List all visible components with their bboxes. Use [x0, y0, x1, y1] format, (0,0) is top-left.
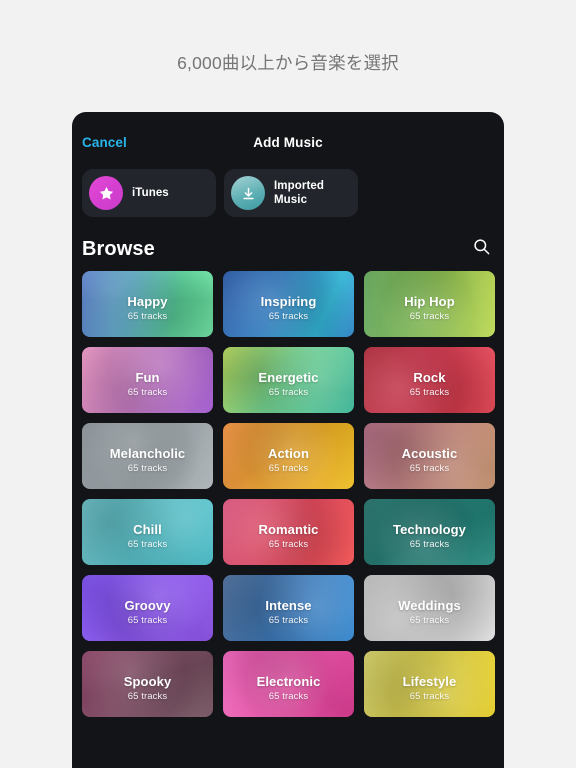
category-tile[interactable]: Acoustic 65 tracks	[364, 423, 495, 489]
category-grid: Happy 65 tracks Inspiring 65 tracks Hip Hop 6…	[72, 271, 504, 717]
source-button-itunes[interactable]: iTunes	[82, 169, 216, 217]
category-tile[interactable]: Hip Hop 65 tracks	[364, 271, 495, 337]
category-track-count: 65 tracks	[127, 462, 168, 474]
category-track-count: 65 tracks	[268, 386, 309, 398]
category-track-count: 65 tracks	[409, 538, 450, 550]
category-tile[interactable]: Rock 65 tracks	[364, 347, 495, 413]
category-tile[interactable]: Happy 65 tracks	[82, 271, 213, 337]
search-icon[interactable]	[472, 237, 491, 261]
category-track-count: 65 tracks	[409, 614, 450, 626]
category-track-count: 65 tracks	[268, 462, 309, 474]
category-track-count: 65 tracks	[409, 462, 450, 474]
category-tile[interactable]: Intense 65 tracks	[223, 575, 354, 641]
category-name: Melancholic	[109, 445, 186, 461]
category-track-count: 65 tracks	[127, 690, 168, 702]
source-label-line2: Music	[274, 194, 308, 206]
category-track-count: 65 tracks	[268, 310, 309, 322]
category-tile[interactable]: Romantic 65 tracks	[223, 499, 354, 565]
category-track-count: 65 tracks	[409, 690, 450, 702]
category-tile[interactable]: Fun 65 tracks	[82, 347, 213, 413]
category-tile[interactable]: Electronic 65 tracks	[223, 651, 354, 717]
category-name: Inspiring	[260, 293, 317, 309]
category-tile[interactable]: Chill 65 tracks	[82, 499, 213, 565]
browse-header: Browse	[72, 217, 504, 271]
source-label-itunes: iTunes	[132, 187, 169, 199]
category-track-count: 65 tracks	[409, 310, 450, 322]
category-tile[interactable]: Technology 65 tracks	[364, 499, 495, 565]
source-buttons: iTunes Imported Music	[72, 164, 504, 217]
category-name: Technology	[393, 521, 466, 537]
category-tile[interactable]: Groovy 65 tracks	[82, 575, 213, 641]
category-track-count: 65 tracks	[268, 614, 309, 626]
category-tile[interactable]: Energetic 65 tracks	[223, 347, 354, 413]
source-label-imported-music: Imported Music	[274, 179, 324, 207]
category-name: Hip Hop	[404, 293, 455, 309]
nav-bar: Cancel Add Music	[72, 112, 504, 164]
category-name: Romantic	[258, 521, 319, 537]
source-label-line1: Imported	[274, 180, 324, 192]
category-name: Rock	[413, 369, 446, 385]
category-track-count: 65 tracks	[409, 386, 450, 398]
category-name: Weddings	[398, 597, 461, 613]
category-name: Spooky	[123, 673, 172, 689]
category-tile[interactable]: Inspiring 65 tracks	[223, 271, 354, 337]
category-tile[interactable]: Action 65 tracks	[223, 423, 354, 489]
category-tile[interactable]: Spooky 65 tracks	[82, 651, 213, 717]
category-track-count: 65 tracks	[268, 538, 309, 550]
category-tile[interactable]: Weddings 65 tracks	[364, 575, 495, 641]
category-name: Acoustic	[401, 445, 458, 461]
category-track-count: 65 tracks	[268, 690, 309, 702]
source-button-imported-music[interactable]: Imported Music	[224, 169, 358, 217]
category-name: Action	[267, 445, 310, 461]
download-icon	[231, 176, 265, 210]
category-name: Lifestyle	[402, 673, 457, 689]
category-name: Intense	[265, 597, 312, 613]
category-tile[interactable]: Melancholic 65 tracks	[82, 423, 213, 489]
browse-title: Browse	[82, 237, 155, 260]
category-name: Chill	[133, 521, 162, 537]
star-icon	[89, 176, 123, 210]
page-caption: 6,000曲以上から音楽を選択	[177, 53, 399, 73]
category-name: Happy	[127, 293, 168, 309]
category-track-count: 65 tracks	[127, 310, 168, 322]
page-title: Add Music	[253, 135, 323, 150]
category-name: Fun	[135, 369, 160, 385]
category-name: Groovy	[124, 597, 171, 613]
add-music-panel: Cancel Add Music iTunes Imported Music B…	[72, 112, 504, 768]
category-name: Electronic	[256, 673, 321, 689]
category-tile[interactable]: Lifestyle 65 tracks	[364, 651, 495, 717]
category-track-count: 65 tracks	[127, 614, 168, 626]
category-track-count: 65 tracks	[127, 386, 168, 398]
category-name: Energetic	[258, 369, 319, 385]
category-track-count: 65 tracks	[127, 538, 168, 550]
